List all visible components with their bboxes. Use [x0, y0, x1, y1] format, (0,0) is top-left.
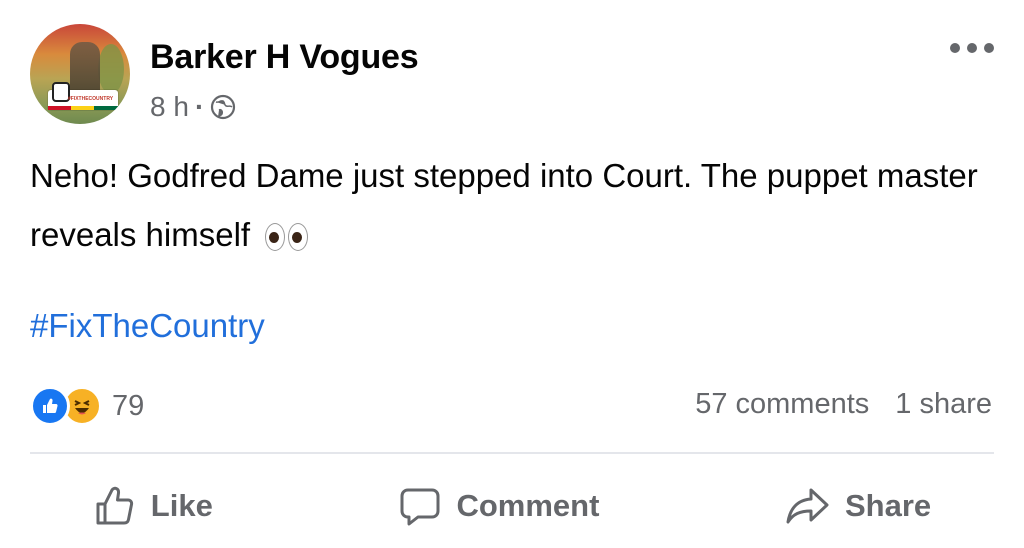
- comment-bubble-icon: [398, 484, 442, 528]
- divider: [30, 452, 994, 454]
- like-button[interactable]: Like: [93, 484, 213, 528]
- eyes-emoji-icon: [265, 223, 309, 252]
- globe-icon: [210, 94, 236, 120]
- like-reaction-icon: [30, 386, 70, 426]
- more-dot: [984, 43, 994, 53]
- shares-count[interactable]: 1 share: [895, 388, 992, 421]
- more-dot: [967, 43, 977, 53]
- comment-label: Comment: [456, 488, 600, 523]
- post-time[interactable]: 8 h: [150, 91, 189, 123]
- eye-left: [265, 223, 286, 252]
- share-label: Share: [845, 488, 932, 523]
- thumbs-up-icon: [93, 484, 137, 528]
- more-options-icon[interactable]: [950, 38, 994, 58]
- flag-stripe: [48, 106, 118, 110]
- hashtag-link[interactable]: #FixTheCountry: [30, 307, 265, 345]
- share-button[interactable]: Share: [785, 484, 931, 528]
- like-label: Like: [150, 488, 213, 523]
- author-avatar[interactable]: #FIXTHECOUNTRY: [30, 24, 130, 124]
- engagement-counts: 57 comments 1 share: [695, 388, 992, 421]
- comments-count[interactable]: 57 comments: [695, 388, 869, 421]
- reactions-count: 79: [112, 389, 145, 422]
- action-bar: Like Comment Share: [0, 474, 1024, 538]
- meta-separator: ·: [194, 91, 205, 122]
- post-card: #FIXTHECOUNTRY Barker H Vogues 8 h · Neh…: [0, 0, 1024, 548]
- more-dot: [950, 43, 960, 53]
- reactions-summary[interactable]: 79: [30, 386, 144, 426]
- comment-button[interactable]: Comment: [398, 484, 599, 528]
- avatar-tree: [98, 44, 124, 94]
- author-name[interactable]: Barker H Vogues: [150, 38, 419, 77]
- share-arrow-icon: [785, 484, 831, 528]
- post-text: Neho! Godfred Dame just stepped into Cou…: [30, 146, 990, 264]
- post-body: Neho! Godfred Dame just stepped into Cou…: [30, 157, 978, 253]
- avatar-badge: #FIXTHECOUNTRY: [48, 82, 118, 110]
- avatar-badge-text: #FIXTHECOUNTRY: [68, 96, 114, 102]
- post-meta: 8 h ·: [150, 91, 236, 123]
- eye-right: [288, 223, 309, 252]
